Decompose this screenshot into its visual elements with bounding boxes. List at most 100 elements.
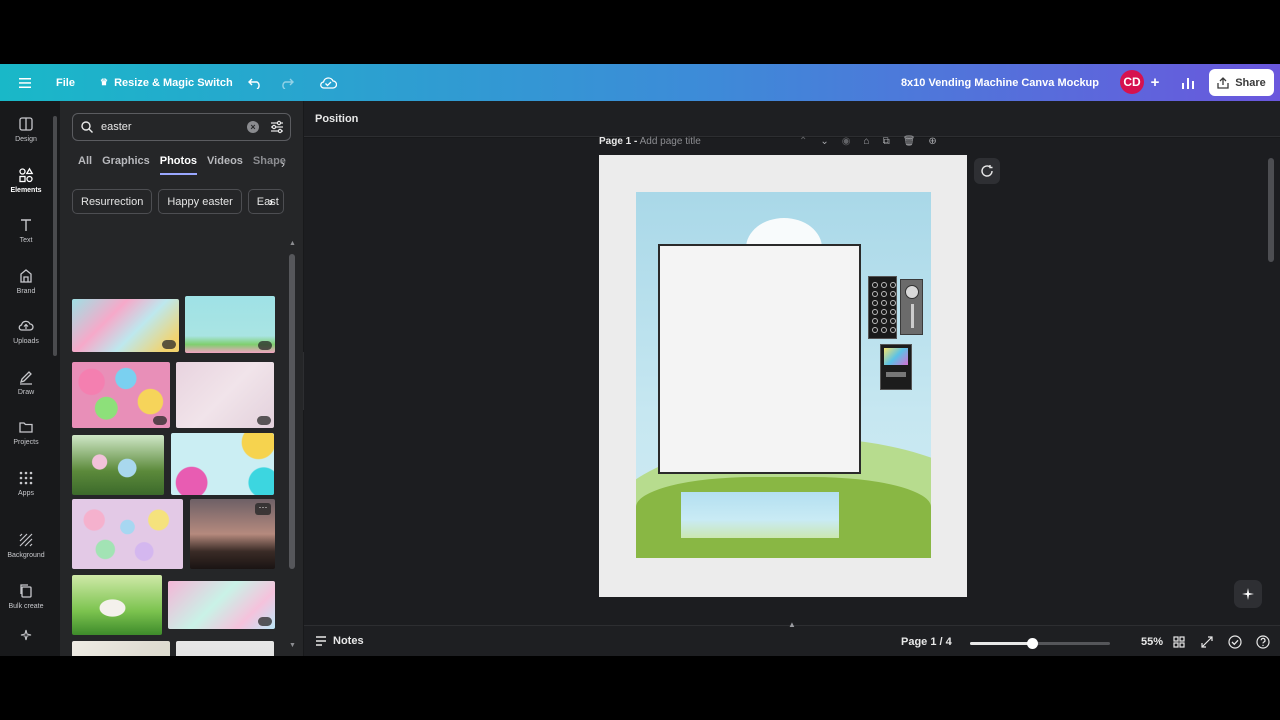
magic-icon xyxy=(20,629,32,641)
lock-icon[interactable]: ⌂ xyxy=(864,136,870,147)
projects-icon xyxy=(19,421,33,433)
vending-machine-artwork[interactable] xyxy=(636,192,931,558)
undo-button[interactable] xyxy=(246,64,264,101)
help-icon xyxy=(1256,635,1270,649)
file-menu-button[interactable]: File xyxy=(56,64,75,101)
landscape-window[interactable] xyxy=(681,492,839,538)
refresh-icon xyxy=(981,165,993,177)
rail-item-projects[interactable]: Projects xyxy=(0,408,52,456)
elements-icon xyxy=(19,166,34,182)
fullscreen-button[interactable] xyxy=(1199,634,1215,650)
photo-result[interactable] xyxy=(185,296,275,353)
keypad-graphic[interactable] xyxy=(868,276,897,339)
canvas-scrollbar[interactable] xyxy=(1268,158,1274,262)
refresh-page-button[interactable] xyxy=(974,158,1000,184)
chip-easter[interactable]: East xyxy=(247,189,284,214)
chevron-down-icon[interactable]: ⌄ xyxy=(820,136,828,147)
search-input[interactable] xyxy=(101,121,231,133)
photo-result[interactable] xyxy=(176,362,274,428)
tab-photos[interactable]: Photos xyxy=(159,155,198,175)
photo-result[interactable] xyxy=(72,362,170,428)
rail-label: Design xyxy=(15,135,37,143)
zoom-slider-handle[interactable] xyxy=(1026,638,1038,649)
more-options-icon[interactable]: ··· xyxy=(255,503,271,515)
tab-videos[interactable]: Videos xyxy=(207,155,243,175)
photo-result[interactable]: ··· xyxy=(190,499,275,569)
share-button[interactable]: Share xyxy=(1209,69,1274,96)
zoom-slider-fill xyxy=(970,642,1032,645)
rail-item-more[interactable] xyxy=(0,621,52,651)
panel-scrollbar[interactable] xyxy=(289,254,295,569)
photo-result[interactable] xyxy=(72,575,162,635)
redo-button[interactable] xyxy=(278,64,296,101)
duplicate-icon[interactable]: ⧉ xyxy=(883,136,890,147)
scroll-down-icon[interactable]: ▼ xyxy=(289,642,296,649)
notes-icon xyxy=(316,636,326,646)
chip-happy-easter[interactable]: Happy easter xyxy=(158,189,242,214)
add-page-icon[interactable]: ⊕ xyxy=(928,136,936,147)
chip-resurrection[interactable]: Resurrection xyxy=(72,189,153,214)
rail-item-uploads[interactable]: Uploads xyxy=(0,307,52,355)
rail-scrollbar[interactable] xyxy=(53,116,57,356)
trash-icon[interactable]: 🗑 xyxy=(903,136,916,147)
photo-result[interactable] xyxy=(72,641,170,656)
clear-search-icon[interactable]: × xyxy=(247,121,259,133)
rail-item-text[interactable]: Text xyxy=(0,206,52,254)
save-status-button[interactable] xyxy=(318,64,338,101)
rail-item-design[interactable]: Design xyxy=(0,105,52,153)
rail-item-bulk-create[interactable]: Bulk create xyxy=(0,572,52,620)
grid-view-button[interactable] xyxy=(1171,634,1187,650)
zoom-level[interactable]: 55% xyxy=(1141,636,1163,648)
page-actions: ⌃ ⌄ ◉ ⌂ ⧉ 🗑 ⊕ xyxy=(799,136,937,147)
design-title[interactable]: 8x10 Vending Machine Canva Mockup xyxy=(901,64,1099,101)
page-indicator[interactable]: Page 1 / 4 xyxy=(901,636,952,648)
insights-button[interactable] xyxy=(1178,64,1198,101)
rail-label: Apps xyxy=(18,489,34,497)
share-label: Share xyxy=(1235,76,1266,89)
chevron-up-icon[interactable]: ▲ xyxy=(788,620,796,629)
menu-button[interactable] xyxy=(14,64,36,101)
magic-assistant-button[interactable] xyxy=(1234,580,1262,608)
chevron-up-icon[interactable]: ⌃ xyxy=(799,136,807,147)
resize-magic-switch-button[interactable]: ♛ Resize & Magic Switch xyxy=(100,64,233,101)
page-title-input[interactable]: Add page title xyxy=(640,136,701,147)
add-collaborator-button[interactable]: + xyxy=(1147,64,1163,101)
display-graphic[interactable] xyxy=(880,344,912,390)
resize-label: Resize & Magic Switch xyxy=(114,76,233,89)
photo-frame[interactable] xyxy=(658,244,861,474)
help-button[interactable] xyxy=(1255,634,1271,650)
rail-item-elements[interactable]: Elements xyxy=(0,156,52,204)
filter-button[interactable] xyxy=(270,120,284,137)
bar-chart-icon xyxy=(1182,77,1194,89)
crown-icon xyxy=(258,341,272,350)
rail-item-background[interactable]: Background xyxy=(0,521,52,569)
check-button[interactable] xyxy=(1227,634,1243,650)
chevron-right-icon[interactable]: › xyxy=(281,157,285,171)
zoom-slider[interactable] xyxy=(970,638,1110,649)
scroll-up-icon[interactable]: ▲ xyxy=(289,240,296,247)
photo-result[interactable] xyxy=(171,433,274,495)
photo-result[interactable] xyxy=(168,581,275,629)
photo-result[interactable] xyxy=(176,641,274,656)
elements-panel: × All Graphics Photos Videos Shape › Res… xyxy=(60,101,303,656)
tab-all[interactable]: All xyxy=(78,155,92,175)
design-page[interactable] xyxy=(599,155,967,597)
chevron-right-icon[interactable]: › xyxy=(269,195,273,209)
result-tabs: All Graphics Photos Videos Shape xyxy=(78,155,287,175)
rail-item-apps[interactable]: Apps xyxy=(0,459,52,507)
rail-item-draw[interactable]: Draw xyxy=(0,358,52,406)
photo-result[interactable] xyxy=(72,435,164,495)
apps-icon xyxy=(19,471,33,484)
photo-result[interactable] xyxy=(72,499,183,569)
rail-item-brand[interactable]: Brand xyxy=(0,257,52,305)
rail-label: Background xyxy=(7,551,45,559)
photo-result[interactable] xyxy=(72,299,179,352)
coin-slot-graphic[interactable] xyxy=(900,279,923,335)
expand-icon xyxy=(1201,636,1213,648)
tab-graphics[interactable]: Graphics xyxy=(102,155,150,175)
redo-icon xyxy=(282,78,294,89)
avatar[interactable]: CD xyxy=(1120,70,1144,94)
notes-button[interactable]: Notes xyxy=(315,635,364,647)
eye-icon[interactable]: ◉ xyxy=(842,136,851,147)
position-button[interactable]: Position xyxy=(315,113,358,125)
